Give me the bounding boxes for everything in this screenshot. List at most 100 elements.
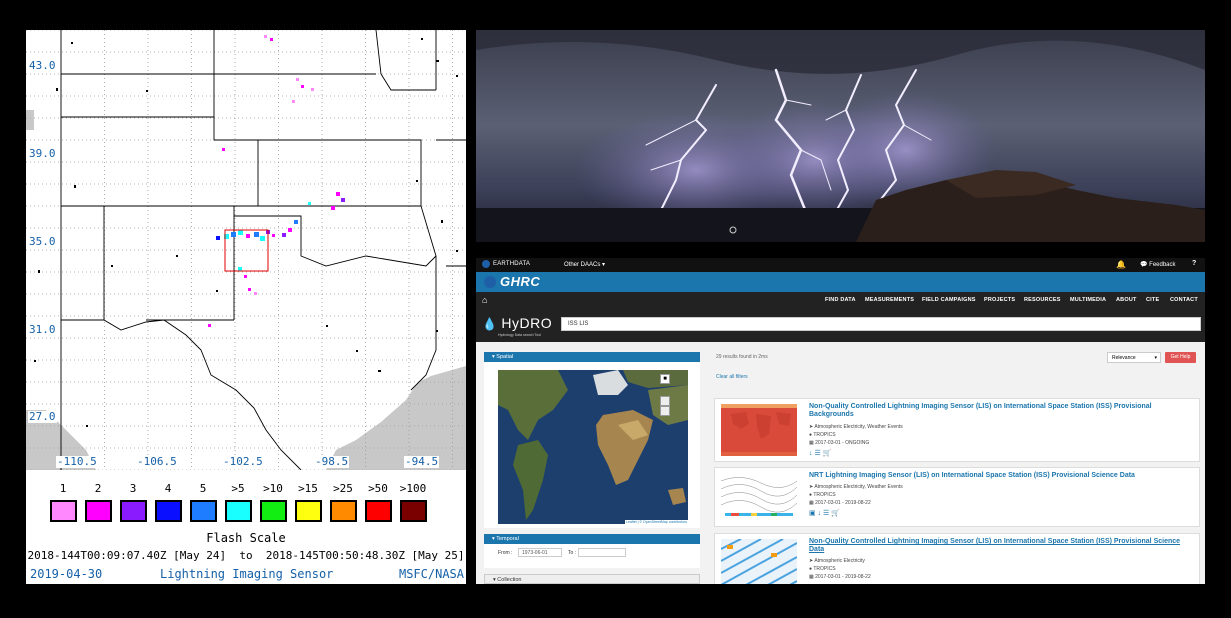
flash-scale-label: 5 — [199, 482, 207, 495]
lon-label: -94.5 — [404, 455, 440, 468]
map-specks — [31, 38, 458, 427]
nasa-logo-icon — [482, 260, 490, 268]
cart-icon[interactable]: 🛒 — [831, 510, 840, 517]
lon-label: -110.5 — [56, 455, 98, 468]
result-thumbnail[interactable] — [721, 404, 797, 456]
result-dates: ▦ 2017-03-01 - 2019-08-22 — [809, 500, 871, 506]
feedback-label: Feedback — [1149, 262, 1176, 268]
map-credit[interactable]: Leaflet | © OpenStreetMap contributors — [625, 520, 688, 524]
download-icon[interactable]: ↓ — [809, 450, 813, 457]
lat-label: 31.0 — [28, 323, 57, 336]
flash-scale-swatch — [155, 500, 182, 522]
hydro-subtitle: Hydrology Data search Tool — [498, 333, 541, 337]
facet-sidebar: ▾ Spatial ■ Leaflet | © OpenStreetMap co… — [484, 352, 700, 584]
lon-label: -98.5 — [314, 455, 350, 468]
flash-scale-label: >15 — [298, 482, 318, 495]
search-input[interactable]: ISS LIS — [561, 317, 1201, 331]
footer-date: 2019-04-30 — [30, 567, 103, 581]
chat-icon: 💬 — [1140, 262, 1148, 268]
result-thumbnail[interactable] — [721, 473, 797, 521]
earthdata-logo[interactable]: EARTHDATA — [482, 260, 530, 268]
nav-cite[interactable]: CITE — [1146, 297, 1159, 303]
spatial-label: Spatial — [496, 354, 514, 360]
result-platform-text: TROPICS — [813, 432, 836, 438]
ghrc-logo[interactable]: GHRC — [484, 274, 540, 289]
zoom-out-button[interactable] — [660, 406, 670, 416]
storm-image — [476, 30, 1205, 242]
result-title[interactable]: Non-Quality Controlled Lightning Imaging… — [809, 538, 1194, 554]
result-dates: ▦ 2017-03-01 - ONGOING — [809, 440, 869, 446]
earthdata-topbar: EARTHDATA Other DAACs ▾ 🔔 💬 Feedback ? — [476, 258, 1205, 272]
hydro-logo[interactable]: 💧 HyDRO Hydrology Data search Tool — [482, 315, 552, 337]
nav-about[interactable]: ABOUT — [1116, 297, 1137, 303]
result-thumbnail[interactable] — [721, 539, 797, 584]
result-actions: ↓ ☰ 🛒 — [809, 449, 831, 457]
result-platform: ● TROPICS — [809, 492, 836, 498]
flash-scale-swatch — [190, 500, 217, 522]
result-platform-text: TROPICS — [813, 492, 836, 498]
download-icon[interactable]: ↓ — [818, 510, 822, 517]
results-panel: 29 results found in 2ms Clear all filter… — [712, 352, 1202, 584]
result-card: Non-Quality Controlled Lightning Imaging… — [714, 398, 1200, 462]
other-daacs-menu[interactable]: Other DAACs ▾ — [564, 261, 605, 268]
from-label: From : — [498, 550, 513, 556]
clear-filters-link[interactable]: Clear all filters — [716, 374, 748, 380]
time-range: 2018-144T00:09:07.40Z [May 24] to 2018-1… — [27, 549, 465, 562]
flash-scale-swatch — [260, 500, 287, 522]
storm-photo — [476, 30, 1205, 242]
flash-scale-swatch — [330, 500, 357, 522]
nav-contact[interactable]: CONTACT — [1170, 297, 1198, 303]
nav-projects[interactable]: PROJECTS — [984, 297, 1015, 303]
result-card: Non-Quality Controlled Lightning Imaging… — [714, 533, 1200, 584]
nav-resources[interactable]: RESOURCES — [1024, 297, 1061, 303]
sort-select[interactable]: Relevance ▾ — [1107, 352, 1161, 363]
temporal-facet-body: From : 1973-06-01 To : — [484, 544, 700, 568]
nasa-logo-icon — [484, 275, 496, 288]
spatial-facet-header[interactable]: ▾ Spatial — [484, 352, 700, 362]
feedback-link[interactable]: 💬 Feedback — [1140, 261, 1176, 268]
flash-scale-label: >100 — [399, 482, 427, 495]
flash-scale-swatch — [50, 500, 77, 522]
flash-scale-swatch — [85, 500, 112, 522]
to-date-input[interactable] — [578, 548, 626, 557]
home-icon[interactable]: ⌂ — [482, 295, 487, 305]
flash-scale-label: 3 — [129, 482, 137, 495]
result-keywords: ➤ Atmospheric Electricity, Weather Event… — [809, 484, 903, 490]
result-keywords-text: Atmospheric Electricity, Weather Events — [814, 424, 903, 430]
temporal-facet-header[interactable]: ▾ Temporal — [484, 534, 700, 544]
nav-measurements[interactable]: MEASUREMENTS — [865, 297, 914, 303]
from-date-input[interactable]: 1973-06-01 — [518, 548, 562, 557]
map-canvas — [26, 30, 466, 470]
collection-facet-header[interactable]: ▾ Collection — [484, 574, 700, 584]
result-title[interactable]: Non-Quality Controlled Lightning Imaging… — [809, 403, 1194, 419]
lat-label: 35.0 — [28, 235, 57, 248]
lon-label: -106.5 — [136, 455, 178, 468]
flash-scale-label: >5 — [231, 482, 245, 495]
get-help-button[interactable]: Get Help — [1165, 352, 1196, 363]
nav-multimedia[interactable]: MULTIMEDIA — [1070, 297, 1106, 303]
cart-icon[interactable]: 🛒 — [823, 450, 832, 457]
zoom-out-button[interactable] — [660, 396, 670, 406]
ghrc-hydro-site: EARTHDATA Other DAACs ▾ 🔔 💬 Feedback ? G… — [476, 258, 1205, 584]
flash-scale-label: 4 — [164, 482, 172, 495]
footer-sensor: Lightning Imaging Sensor — [160, 567, 334, 581]
list-icon[interactable]: ☰ — [823, 510, 829, 517]
lat-label: 43.0 — [28, 59, 57, 72]
bell-icon[interactable]: 🔔 — [1116, 260, 1126, 269]
ghrc-logo-text: GHRC — [500, 274, 541, 289]
flash-scale-label: 1 — [59, 482, 67, 495]
list-icon[interactable]: ☰ — [814, 450, 820, 457]
spatial-facet-body: ■ Leaflet | © OpenStreetMap contributors — [484, 362, 700, 528]
flash-scale-swatch — [365, 500, 392, 522]
help-icon[interactable]: ? — [1192, 260, 1196, 267]
flash-scale-label: >10 — [263, 482, 283, 495]
nav-field-campaigns[interactable]: FIELD CAMPAIGNS — [922, 297, 976, 303]
result-title[interactable]: NRT Lightning Imaging Sensor (LIS) on In… — [809, 472, 1194, 480]
result-keywords-text: Atmospheric Electricity, Weather Events — [814, 484, 903, 490]
flash-scale-title: Flash Scale — [206, 531, 286, 545]
zoom-in-button[interactable]: ■ — [660, 374, 670, 384]
nav-find-data[interactable]: FIND DATA — [825, 297, 856, 303]
lightning-map: 43.0 39.0 35.0 31.0 27.0 -110.5 -106.5 -… — [26, 30, 466, 470]
image-icon[interactable]: ▣ — [809, 510, 816, 517]
flash-scale-swatch — [120, 500, 147, 522]
